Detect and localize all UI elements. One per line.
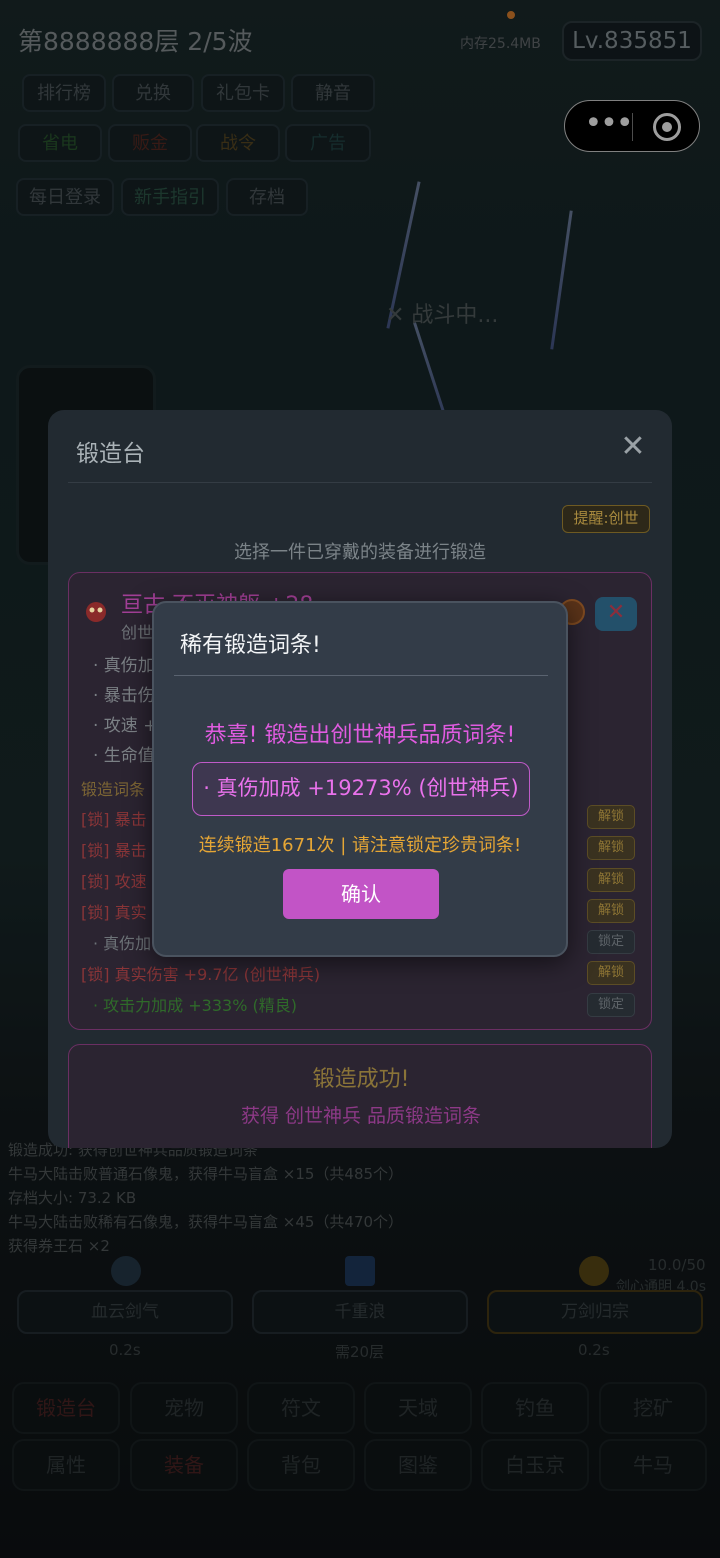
affix-line: [锁] 暴击 [81, 810, 147, 829]
mask-icon [86, 602, 106, 622]
choose-hint: 选择一件已穿戴的装备进行锻造 [234, 542, 486, 563]
unlock-button[interactable]: 解锁 [587, 899, 635, 923]
lock-button[interactable]: 锁定 [587, 930, 635, 954]
affix-line: [锁] 真实伤害 +9.7亿 (创世神兵) [81, 965, 321, 984]
reminder-badge[interactable]: 提醒:创世 [562, 505, 650, 533]
remove-equipment-button[interactable]: ✕ [595, 597, 637, 631]
unlock-button[interactable]: 解锁 [587, 868, 635, 892]
forge-title: 锻造台 [76, 441, 145, 467]
stat-line: · 攻速 + [93, 716, 158, 736]
divider [68, 482, 652, 483]
confirm-button[interactable]: 确认 [283, 869, 439, 919]
unlock-button[interactable]: 解锁 [587, 836, 635, 860]
affix-line: · 攻击力加成 +333% (精良) [93, 996, 297, 1015]
dialog-title: 稀有锻造词条! [180, 633, 321, 658]
result-subtitle: 获得 创世神兵 品质锻造词条 [240, 1105, 482, 1127]
result-title: 锻造成功! [312, 1067, 410, 1092]
affix-line: [锁] 暴击 [81, 841, 147, 860]
close-icon[interactable]: ✕ [618, 430, 648, 464]
stat-line: · 真伤加 [93, 656, 155, 676]
lock-button[interactable]: 锁定 [587, 993, 635, 1017]
unlock-button[interactable]: 解锁 [587, 805, 635, 829]
affix-header: 锻造词条 [81, 780, 146, 799]
affix-line: · 真伤加 [93, 934, 152, 953]
stat-line: · 生命值 [93, 746, 155, 766]
affix-line: [锁] 攻速 [81, 872, 147, 891]
divider [174, 675, 548, 676]
rare-affix-box: · 真伤加成 +19273% (创世神兵) [192, 762, 530, 816]
equipment-quality: 创世 [121, 623, 154, 642]
affix-line: [锁] 真实 [81, 903, 147, 922]
congrats-text: 恭喜! 锻造出创世神兵品质词条! [204, 723, 516, 748]
unlock-button[interactable]: 解锁 [587, 961, 635, 985]
forge-count-note: 连续锻造1671次 | 请注意锁定珍贵词条! [198, 835, 522, 856]
rare-affix-dialog: 稀有锻造词条! 恭喜! 锻造出创世神兵品质词条! · 真伤加成 +19273% … [152, 601, 568, 957]
stat-line: · 暴击伤 [93, 686, 155, 706]
forge-result: 锻造成功! 获得 创世神兵 品质锻造词条 [68, 1044, 652, 1148]
